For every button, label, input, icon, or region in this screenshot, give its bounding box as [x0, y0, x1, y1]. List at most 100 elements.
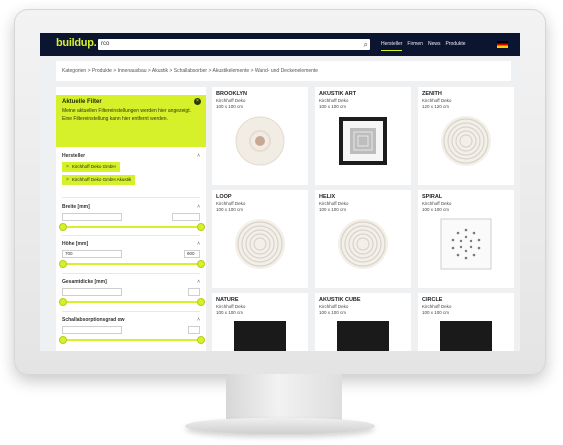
chevron-up-icon[interactable]: ˄	[197, 279, 200, 285]
product-size: 100 x 100 cm	[319, 104, 347, 109]
filter-group-breite: Breite [mm] ˄	[59, 204, 205, 232]
product-maker: Kirchhoff Deko	[319, 98, 349, 103]
max-field[interactable]	[172, 213, 200, 221]
search-input[interactable]: rco ⌕	[98, 39, 370, 50]
header-nav: Hersteller Firmen News Produkte	[381, 39, 466, 51]
notice-title: Aktuelle Filter	[62, 99, 102, 105]
slider-min-handle[interactable]	[59, 260, 67, 268]
range-slider[interactable]	[59, 336, 205, 344]
filter-sidebar: Aktuelle Filter Meine aktuellen Filterei…	[56, 87, 206, 351]
product-name[interactable]: LOOP	[216, 194, 232, 200]
product-name[interactable]: ZENITH	[422, 91, 442, 97]
filter-label: Schallabsorptionsgrad αw	[62, 317, 125, 323]
product-size: 100 x 100 cm	[422, 310, 450, 315]
product-card[interactable]: NATURE Kirchhoff Deko 100 x 100 cm	[212, 293, 308, 351]
product-card[interactable]: BROOKLYN Kirchhoff Deko 100 x 100 cm	[212, 87, 308, 185]
filter-chip[interactable]: × Kirchhoff Deko GmbH Akustik	[62, 175, 136, 185]
product-image[interactable]	[337, 218, 389, 270]
breadcrumb[interactable]: Kategorien > Produkte > Innenausbau > Ak…	[56, 61, 511, 81]
slider-max-handle[interactable]	[197, 336, 205, 344]
range-slider[interactable]	[59, 260, 205, 268]
product-maker: Kirchhoff Deko	[216, 304, 246, 309]
min-field[interactable]	[62, 288, 122, 296]
header-bar: buildup. rco ⌕ Hersteller Firmen News Pr…	[40, 33, 520, 56]
screen: buildup. rco ⌕ Hersteller Firmen News Pr…	[40, 33, 520, 351]
chevron-up-icon[interactable]: ˄	[197, 317, 200, 323]
close-icon[interactable]: ×	[194, 98, 201, 105]
product-card[interactable]: ZENITH Kirchhoff Deko 120 x 120 cm	[418, 87, 514, 185]
product-image[interactable]	[440, 321, 492, 351]
notice-text: Meine aktuellen Filtereinstellungen werd…	[62, 108, 191, 122]
nav-hersteller[interactable]: Hersteller	[381, 39, 403, 51]
product-name[interactable]: BROOKLYN	[216, 91, 247, 97]
chevron-up-icon[interactable]: ˄	[197, 204, 200, 210]
product-name[interactable]: SPIRAL	[422, 194, 442, 200]
nav-produkte[interactable]: Produkte	[445, 39, 465, 51]
slider-max-handle[interactable]	[197, 260, 205, 268]
product-size: 100 x 100 cm	[319, 207, 347, 212]
product-image[interactable]	[234, 115, 286, 167]
product-maker: Kirchhoff Deko	[422, 201, 452, 206]
product-maker: Kirchhoff Deko	[319, 201, 349, 206]
product-maker: Kirchhoff Deko	[216, 98, 246, 103]
divider	[62, 273, 200, 274]
product-name[interactable]: AKUSTIK ART	[319, 91, 356, 97]
product-size: 100 x 100 cm	[216, 104, 244, 109]
max-field[interactable]: 900	[184, 250, 200, 258]
slider-min-handle[interactable]	[59, 336, 67, 344]
product-maker: Kirchhoff Deko	[422, 304, 452, 309]
nav-firmen[interactable]: Firmen	[407, 39, 423, 51]
chevron-up-icon[interactable]: ˄	[197, 241, 200, 247]
remove-icon[interactable]: ×	[66, 164, 69, 170]
site-logo[interactable]: buildup.	[56, 37, 97, 49]
product-image[interactable]	[440, 218, 492, 270]
range-slider[interactable]	[59, 298, 205, 306]
product-card[interactable]: LOOP Kirchhoff Deko 100 x 100 cm	[212, 190, 308, 288]
divider	[62, 235, 200, 236]
product-image[interactable]	[234, 321, 286, 351]
monitor-stand-neck	[226, 374, 342, 424]
max-field[interactable]	[188, 288, 200, 296]
slider-min-handle[interactable]	[59, 298, 67, 306]
product-name[interactable]: CIRCLE	[422, 297, 442, 303]
product-card[interactable]: AKUSTIK ART Kirchhoff Deko 100 x 100 cm	[315, 87, 411, 185]
max-field[interactable]	[188, 326, 200, 334]
product-name[interactable]: AKUSTIK CUBE	[319, 297, 361, 303]
remove-icon[interactable]: ×	[66, 177, 69, 183]
range-slider[interactable]	[59, 223, 205, 231]
slider-max-handle[interactable]	[197, 223, 205, 231]
product-size: 100 x 100 cm	[216, 207, 244, 212]
product-image[interactable]	[337, 321, 389, 351]
filter-label: Hersteller	[62, 153, 86, 159]
nav-news[interactable]: News	[428, 39, 441, 51]
search-value: rco	[101, 41, 110, 47]
language-flag-icon[interactable]	[497, 41, 508, 48]
filter-group-schallabsorption: Schallabsorptionsgrad αw ˄	[59, 317, 205, 345]
product-maker: Kirchhoff Deko	[422, 98, 452, 103]
filter-group-hoehe: Höhe [mm] ˄ 700 900	[59, 241, 205, 269]
min-field[interactable]	[62, 213, 122, 221]
chevron-up-icon[interactable]: ˄	[197, 153, 200, 159]
min-field[interactable]: 700	[62, 250, 122, 258]
chip-label: Kirchhoff Deko GmbH	[71, 164, 116, 169]
product-image[interactable]	[440, 115, 492, 167]
min-field[interactable]	[62, 326, 122, 334]
slider-max-handle[interactable]	[197, 298, 205, 306]
filter-chip[interactable]: × Kirchhoff Deko GmbH	[62, 162, 120, 172]
divider	[62, 311, 200, 312]
filter-label: Gesamtdicke [mm]	[62, 279, 107, 285]
product-name[interactable]: NATURE	[216, 297, 239, 303]
product-card[interactable]: HELIX Kirchhoff Deko 100 x 100 cm	[315, 190, 411, 288]
product-maker: Kirchhoff Deko	[319, 304, 349, 309]
filter-group-hersteller: Hersteller ˄ × Kirchhoff Deko GmbH × Kirch…	[62, 153, 200, 185]
slider-min-handle[interactable]	[59, 223, 67, 231]
product-card[interactable]: SPIRAL Kirchhoff Deko 100 x 100 cm	[418, 190, 514, 288]
product-image[interactable]	[234, 218, 286, 270]
filter-label: Höhe [mm]	[62, 241, 89, 247]
filter-label: Breite [mm]	[62, 204, 90, 210]
product-card[interactable]: CIRCLE Kirchhoff Deko 100 x 100 cm	[418, 293, 514, 351]
product-card[interactable]: AKUSTIK CUBE Kirchhoff Deko 100 x 100 cm	[315, 293, 411, 351]
search-icon[interactable]: ⌕	[364, 40, 368, 49]
product-image[interactable]	[337, 115, 389, 167]
product-name[interactable]: HELIX	[319, 194, 335, 200]
